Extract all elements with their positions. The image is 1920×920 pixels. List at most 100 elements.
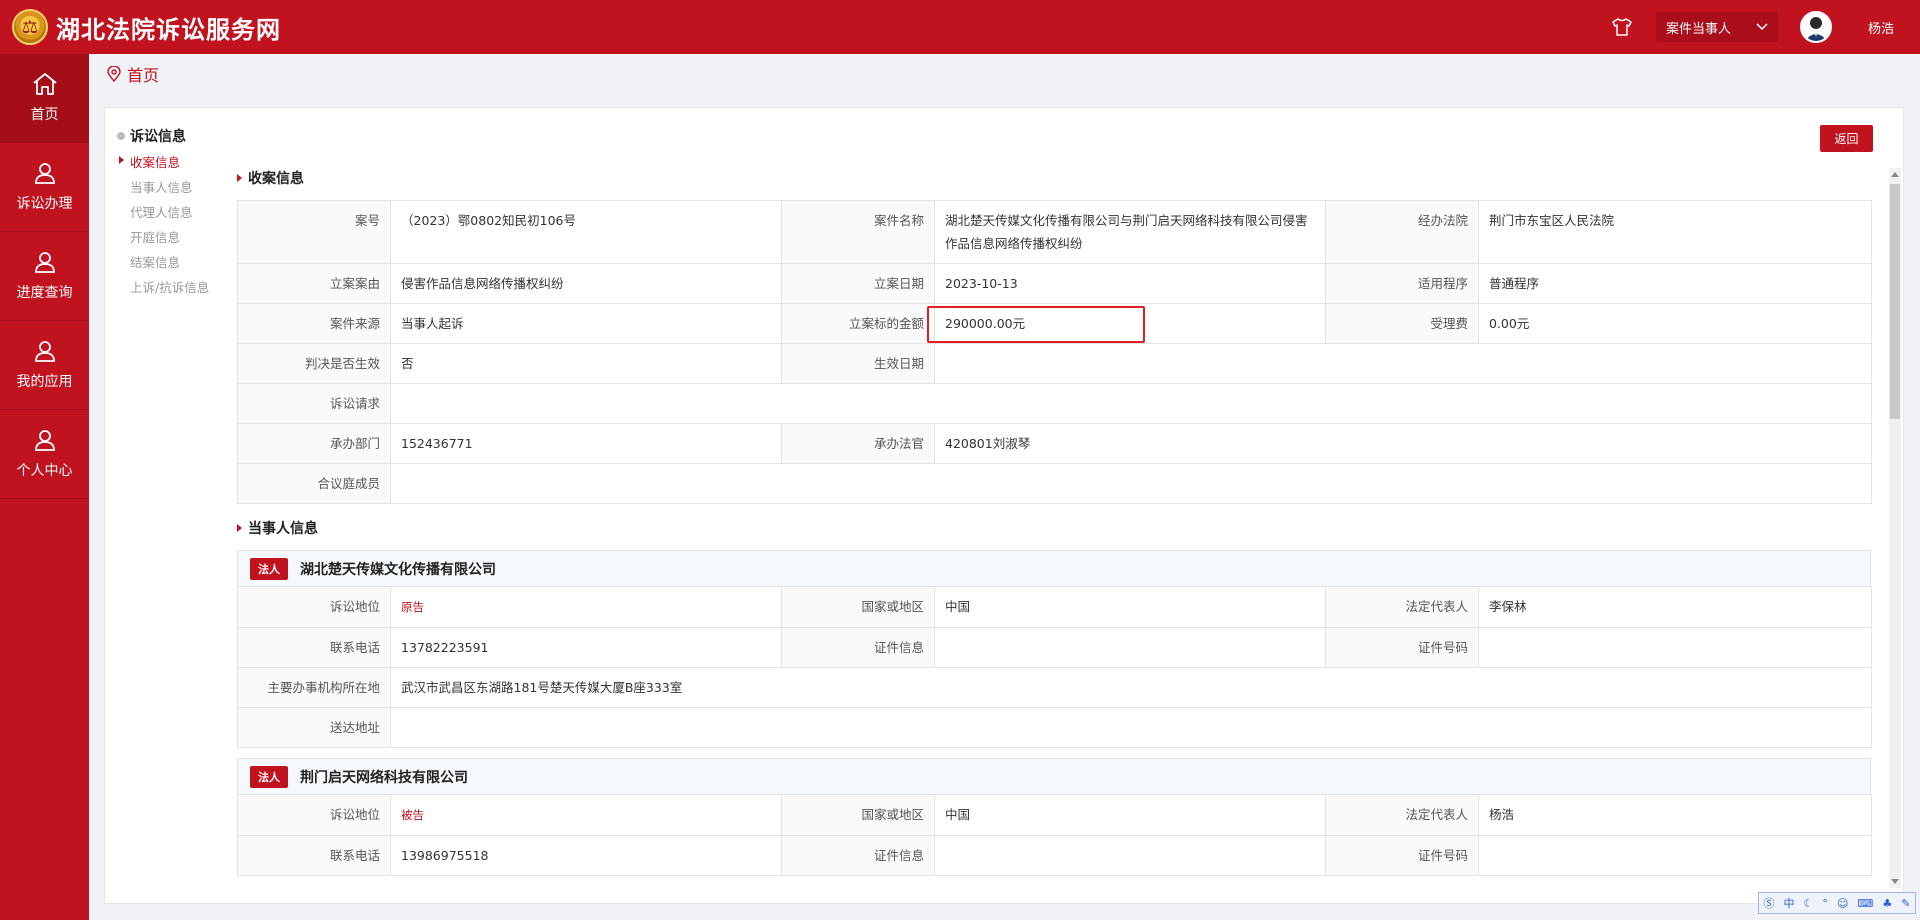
anchor-item-closing-info[interactable]: 结案信息	[130, 252, 227, 271]
back-button[interactable]: 返回	[1820, 125, 1873, 152]
source-value: 当事人起诉	[390, 303, 782, 344]
table-row: 案件来源 当事人起诉 立案标的金额 290000.00元 受理费 0.00元	[237, 303, 1872, 344]
procedure-value: 普通程序	[1478, 263, 1872, 304]
vertical-scrollbar[interactable]	[1889, 168, 1901, 888]
procedure-label: 适用程序	[1325, 263, 1479, 304]
panel-members-value	[390, 463, 1872, 504]
case-detail-panel: 返回 诉讼信息 收案信息 当事人信息 代理人信息 开庭信息 结案信息 上诉/抗诉…	[104, 107, 1904, 904]
anchor-nav: 诉讼信息 收案信息 当事人信息 代理人信息 开庭信息 结案信息 上诉/抗诉信息	[117, 126, 227, 296]
punctuation-icon[interactable]: °	[1822, 897, 1828, 910]
moon-icon[interactable]: ☾	[1804, 897, 1814, 910]
table-row: 诉讼地位 被告 国家或地区 中国 法定代表人 杨浩	[237, 794, 1872, 836]
party-name: 荆门启天网络科技有限公司	[300, 769, 468, 786]
cert-no-label: 证件号码	[1325, 627, 1479, 668]
scrollbar-thumb[interactable]	[1890, 184, 1900, 419]
cert-label: 证件信息	[781, 835, 935, 876]
cause-value: 侵害作品信息网络传播权纠纷	[390, 263, 782, 304]
table-row: 主要办事机构所在地 武汉市武昌区东湖路181号楚天传媒大厦B座333室	[237, 667, 1872, 708]
party-header: 法人 荆门启天网络科技有限公司	[237, 758, 1871, 794]
court-value: 荆门市东宝区人民法院	[1478, 200, 1872, 264]
user-icon	[34, 430, 55, 451]
table-row: 案号 （2023）鄂0802知民初106号 案件名称 湖北楚天传媒文化传播有限公…	[237, 200, 1872, 264]
user-icon	[34, 163, 55, 184]
sidebar-item-label: 诉讼办理	[16, 196, 73, 212]
sidebar-item-progress[interactable]: 进度查询	[0, 232, 89, 321]
dept-label: 承办部门	[237, 423, 391, 464]
judge-value: 420801刘淑琴	[934, 423, 1872, 464]
sidebar-item-label: 进度查询	[16, 285, 73, 301]
amount-label: 立案标的金额	[781, 303, 935, 344]
anchor-item-agent-info[interactable]: 代理人信息	[130, 202, 227, 221]
country-value: 中国	[934, 794, 1326, 836]
ime-language-toggle[interactable]: 中	[1784, 895, 1795, 911]
ime-logo-icon[interactable]: Ⓢ	[1764, 895, 1775, 911]
phone-label: 联系电话	[237, 627, 391, 668]
party-type-badge: 法人	[250, 765, 288, 788]
table-row: 诉讼请求	[237, 383, 1872, 424]
party-card: 法人 湖北楚天传媒文化传播有限公司 诉讼地位 原告 国家或地区 中国 法定代表人…	[237, 550, 1872, 748]
dot-icon	[117, 132, 125, 140]
sidebar-item-home[interactable]: 首页	[0, 54, 89, 143]
triangle-icon	[237, 524, 242, 532]
detail-scroll-area[interactable]: 收案信息 案号 （2023）鄂0802知民初106号 案件名称 湖北楚天传媒文化…	[237, 168, 1872, 903]
breadcrumb-current[interactable]: 首页	[127, 62, 159, 86]
sidebar-item-label: 首页	[30, 107, 59, 123]
shirt-icon[interactable]: ♣	[1882, 897, 1892, 910]
role-select[interactable]: 案件当事人	[1655, 12, 1778, 42]
rep-label: 法定代表人	[1325, 586, 1479, 628]
cert-label: 证件信息	[781, 627, 935, 668]
scroll-up-arrow-icon[interactable]	[1891, 172, 1899, 177]
ime-toolbar[interactable]: Ⓢ 中 ☾ ° ☺ ⌨ ♣ ✎	[1758, 892, 1916, 914]
role-label: 诉讼地位	[237, 794, 391, 836]
cert-no-label: 证件号码	[1325, 835, 1479, 876]
filing-info-table: 案号 （2023）鄂0802知民初106号 案件名称 湖北楚天传媒文化传播有限公…	[237, 200, 1872, 504]
keyboard-icon[interactable]: ⌨	[1857, 897, 1873, 910]
location-pin-icon	[107, 66, 121, 82]
source-label: 案件来源	[237, 303, 391, 344]
effective-date-value	[934, 343, 1872, 384]
anchor-item-filing-info[interactable]: 收案信息	[119, 152, 227, 171]
section-title-parties: 当事人信息	[237, 518, 1871, 538]
fee-value: 0.00元	[1478, 303, 1872, 344]
username[interactable]: 杨浩	[1868, 18, 1894, 37]
effective-date-label: 生效日期	[781, 343, 935, 384]
party-name: 湖北楚天传媒文化传播有限公司	[300, 561, 496, 578]
filing-date-value: 2023-10-13	[934, 263, 1326, 304]
sidebar-item-label: 我的应用	[16, 374, 73, 390]
anchor-item-party-info[interactable]: 当事人信息	[130, 177, 227, 196]
phone-label: 联系电话	[237, 835, 391, 876]
court-emblem-icon: ⚖	[12, 9, 48, 45]
office-value: 武汉市武昌区东湖路181号楚天传媒大厦B座333室	[390, 667, 1872, 708]
sidebar-item-my-apps[interactable]: 我的应用	[0, 321, 89, 410]
site-logo[interactable]: ⚖ 湖北法院诉讼服务网	[0, 9, 281, 45]
sidebar-item-personal-center[interactable]: 个人中心	[0, 410, 89, 499]
cert-no-value	[1478, 627, 1872, 668]
case-name-value: 湖北楚天传媒文化传播有限公司与荆门启天网络科技有限公司侵害作品信息网络传播权纠纷	[934, 200, 1326, 264]
chevron-down-icon	[1756, 20, 1768, 35]
cert-value	[934, 835, 1326, 876]
table-row: 送达地址	[237, 707, 1872, 748]
table-row: 联系电话 13782223591 证件信息 证件号码	[237, 627, 1872, 668]
section-title-filing: 收案信息	[237, 168, 1871, 188]
court-label: 经办法院	[1325, 200, 1479, 264]
case-name-label: 案件名称	[781, 200, 935, 264]
table-row: 合议庭成员	[237, 463, 1872, 504]
user-icon	[34, 341, 55, 362]
emoji-icon[interactable]: ☺	[1837, 897, 1848, 910]
judge-label: 承办法官	[781, 423, 935, 464]
skin-shirt-icon[interactable]	[1610, 15, 1634, 39]
anchor-item-appeal-info[interactable]: 上诉/抗诉信息	[130, 277, 227, 296]
sidebar-item-litigation[interactable]: 诉讼办理	[0, 143, 89, 232]
wrench-icon[interactable]: ✎	[1901, 897, 1910, 910]
claim-value	[390, 383, 1872, 424]
scroll-down-arrow-icon[interactable]	[1891, 879, 1899, 884]
avatar[interactable]	[1799, 11, 1832, 43]
country-value: 中国	[934, 586, 1326, 628]
role-value: 被告	[390, 794, 782, 836]
effective-value: 否	[390, 343, 782, 384]
case-no-value: （2023）鄂0802知民初106号	[390, 200, 782, 264]
case-no-label: 案号	[237, 200, 391, 264]
phone-value: 13986975518	[390, 835, 782, 876]
amount-value: 290000.00元	[934, 303, 1326, 344]
anchor-item-hearing-info[interactable]: 开庭信息	[130, 227, 227, 246]
